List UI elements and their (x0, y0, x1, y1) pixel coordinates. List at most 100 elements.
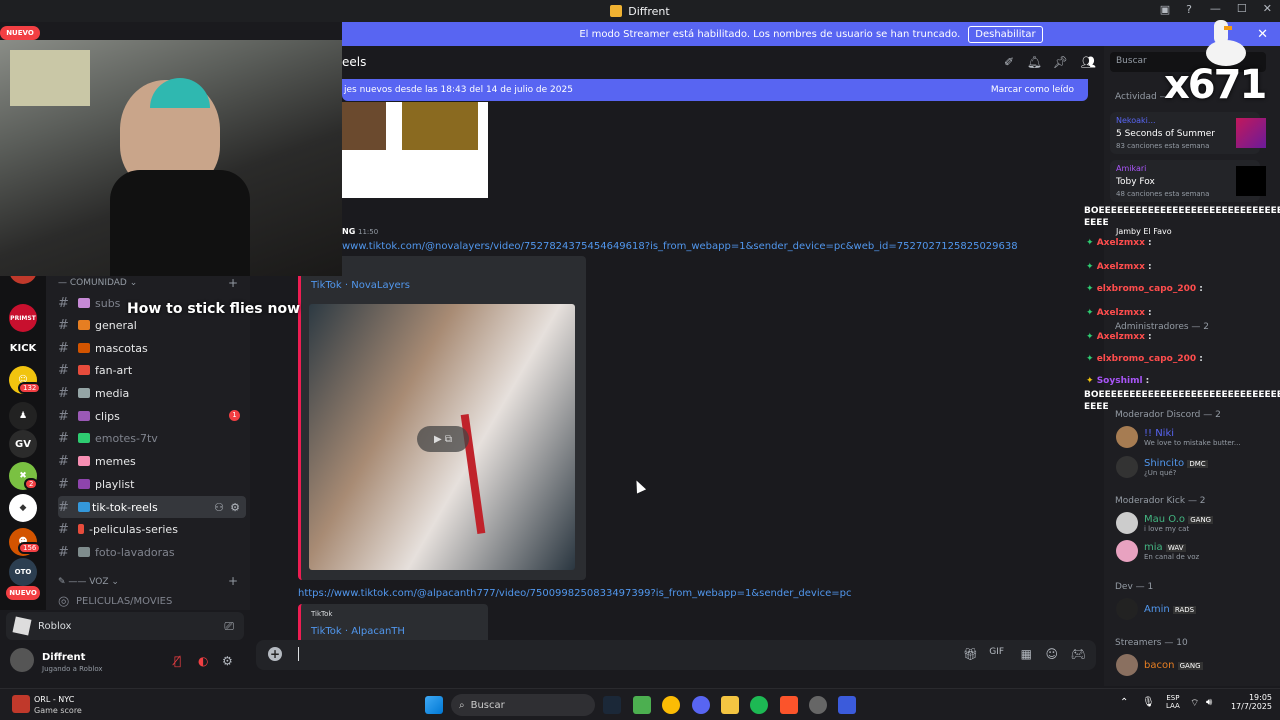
deafen-icon[interactable]: ◐ (198, 654, 208, 668)
pins-icon[interactable]: 📌︎ (1053, 55, 1068, 69)
game-icon[interactable] (12, 695, 30, 713)
volume-icon[interactable]: 🔊︎ (1206, 697, 1212, 708)
channel-foto-lavadoras[interactable]: # foto-lavadoras (58, 541, 246, 563)
new-server-badge: NUEVO (6, 586, 40, 600)
server-icon-6[interactable]: ◆ (9, 494, 37, 522)
chat-line: BOEEEEEEEEEEEEEEEEEEEEEEEEEEEEEEEEE (1084, 206, 1280, 216)
channel-tik-tok-reels[interactable]: # tik-tok-reels ⚇ ⚙ (58, 496, 246, 518)
steam-icon[interactable] (603, 696, 621, 714)
mic-icon[interactable]: 🎙︎ (1142, 697, 1155, 708)
minecraft-icon[interactable] (633, 696, 651, 714)
channel-clips[interactable]: # clips 1 (58, 405, 246, 427)
taskbar-search[interactable]: ⌕ Buscar (451, 694, 595, 716)
channel-general[interactable]: # general (58, 314, 246, 336)
play-button-icon[interactable]: ▶ ⧉ (417, 426, 469, 452)
user-settings-icon[interactable]: ⚙ (222, 654, 233, 668)
member-mia[interactable]: mia WAV En canal de voz (1116, 540, 1276, 562)
activity-card-1[interactable]: Nekoaki... 5 Seconds of Summer 83 cancio… (1110, 112, 1266, 154)
text-caret (298, 647, 299, 661)
channel-playlist[interactable]: # playlist (58, 473, 246, 495)
tiktok-link-1[interactable]: www.tiktok.com/@novalayers/video/7527824… (342, 241, 1018, 252)
member-niki[interactable]: !! Niki We love to mistake butter... (1116, 426, 1276, 448)
activity-section-title: Actividad — (1115, 92, 1169, 102)
windows-start-icon[interactable] (425, 696, 443, 714)
tiktok-link-2[interactable]: https://www.tiktok.com/@alpacanth777/vid… (298, 588, 852, 599)
member-bacon[interactable]: bacon GANG (1116, 654, 1276, 676)
activities-icon[interactable]: 🎮︎ (1071, 647, 1086, 661)
member-shincito[interactable]: Shincito DMC ¿Un qué? (1116, 456, 1276, 478)
mic-muted-icon[interactable]: 🎙̸ (174, 654, 181, 668)
category-voz[interactable]: ✎ —— VOZ ⌄ (58, 577, 119, 587)
tray-chevron-icon[interactable]: ⌃ (1120, 697, 1128, 708)
disable-streamer-button[interactable]: Deshabilitar (968, 25, 1043, 43)
chat-area: eels ✐ 🔔︎ 📌︎ 👥︎ jes nuevos desde las 18:… (250, 46, 1104, 686)
avatar (1116, 598, 1138, 620)
video-thumbnail[interactable]: ▶ ⧉ (309, 304, 575, 570)
minimize-button[interactable]: — (1210, 2, 1221, 15)
channel-settings-icon[interactable]: ⚙ (230, 501, 240, 514)
avatar[interactable] (10, 648, 34, 672)
screen-share-icon[interactable]: ⎚ (224, 619, 234, 634)
activity-bar[interactable]: Roblox ⎚ (6, 612, 244, 640)
channel-mascotas[interactable]: # mascotas (58, 337, 246, 359)
maximize-button[interactable]: ☐ (1237, 2, 1247, 15)
new-server-badge-top: NUEVO (0, 26, 40, 40)
avatar (1116, 654, 1138, 676)
spotify-icon[interactable] (750, 696, 768, 714)
voice-channel-peliculas[interactable]: ◎ PELICULAS/MOVIES (58, 590, 246, 612)
server-gv[interactable]: GV (9, 430, 37, 458)
close-window-button[interactable]: ✕ (1263, 2, 1272, 15)
server-icon-8[interactable]: OTO (9, 558, 37, 586)
discord-icon[interactable] (692, 696, 710, 714)
threads-icon[interactable]: ✐ (1004, 55, 1014, 69)
embed-source-2[interactable]: TikTok · AlpacanTH (311, 626, 405, 637)
avatar (1116, 512, 1138, 534)
server-icon-2[interactable]: PRIMST (9, 304, 37, 332)
chrome-icon[interactable] (662, 696, 680, 714)
inbox-icon[interactable]: ▣ (1160, 3, 1170, 16)
embed-source-1[interactable]: TikTok · NovaLayers (311, 280, 410, 291)
channel-emotes-7tv[interactable]: # emotes-7tv (58, 427, 246, 449)
sticker-icon[interactable]: ▦ (1021, 647, 1032, 661)
server-badge-156: 156 (18, 542, 42, 554)
gift-icon[interactable]: 🎁︎ (963, 647, 978, 661)
server-kick[interactable]: KICK (9, 334, 37, 362)
activity-card-2[interactable]: Amikari Toby Fox 48 canciones esta seman… (1110, 160, 1266, 202)
activity-user-1: Nekoaki... (1116, 116, 1156, 125)
channel-media[interactable]: # media (58, 382, 246, 404)
add-voice-channel-icon[interactable]: + (228, 574, 238, 588)
message-composer[interactable]: + 🎁︎ GIF ▦ ☺ 🎮︎ (256, 640, 1096, 670)
activity-sub-2: 48 canciones esta semana (1116, 190, 1210, 198)
wifi-icon[interactable]: ⌔ (1190, 697, 1199, 710)
language-indicator[interactable]: ESP LAA (1166, 694, 1180, 710)
chat-line: ✦ Axelzmxx : (1086, 238, 1152, 248)
invite-icon[interactable]: ⚇ (214, 501, 224, 514)
channel-peliculas-series[interactable]: # -peliculas-series (58, 518, 246, 540)
message-author[interactable]: NG (342, 227, 355, 236)
notifications-icon[interactable]: 🔔︎ (1027, 55, 1042, 69)
activity-user-2: Amikari (1116, 164, 1147, 173)
gif-icon[interactable]: GIF (989, 647, 1004, 657)
mark-as-read-button[interactable]: Marcar como leído (991, 85, 1074, 95)
app-icon[interactable] (838, 696, 856, 714)
members-icon[interactable]: 👥︎ (1081, 55, 1096, 69)
window-title: Diffrent (628, 4, 670, 18)
help-icon[interactable]: ? (1186, 3, 1192, 16)
channel-memes[interactable]: # memes (58, 450, 246, 472)
add-channel-icon[interactable]: + (228, 276, 238, 290)
user-panel: Roblox ⎚ Diffrent Jugando a Roblox 🎙̸ ◐ … (0, 610, 250, 686)
member-mau[interactable]: Mau O.o GANG i love my cat (1116, 512, 1276, 534)
attach-plus-icon[interactable]: + (268, 647, 282, 661)
clock[interactable]: 19:05 17/7/2025 (1228, 693, 1272, 711)
close-banner-icon[interactable]: ✕ (1257, 27, 1268, 42)
member-amin[interactable]: Amin RADS (1116, 598, 1276, 620)
channel-fan-art[interactable]: # fan-art (58, 359, 246, 381)
file-explorer-icon[interactable] (721, 696, 739, 714)
new-messages-bar[interactable]: jes nuevos desde las 18:43 del 14 de jul… (342, 79, 1088, 101)
brave-icon[interactable] (780, 696, 798, 714)
emoji-icon[interactable]: ☺ (1045, 647, 1058, 661)
server-icon-4[interactable]: ♟ (9, 402, 37, 430)
category-comunidad[interactable]: — COMUNIDAD ⌄ (58, 278, 137, 288)
obs-icon[interactable] (809, 696, 827, 714)
message-time: 11:50 (358, 228, 379, 236)
